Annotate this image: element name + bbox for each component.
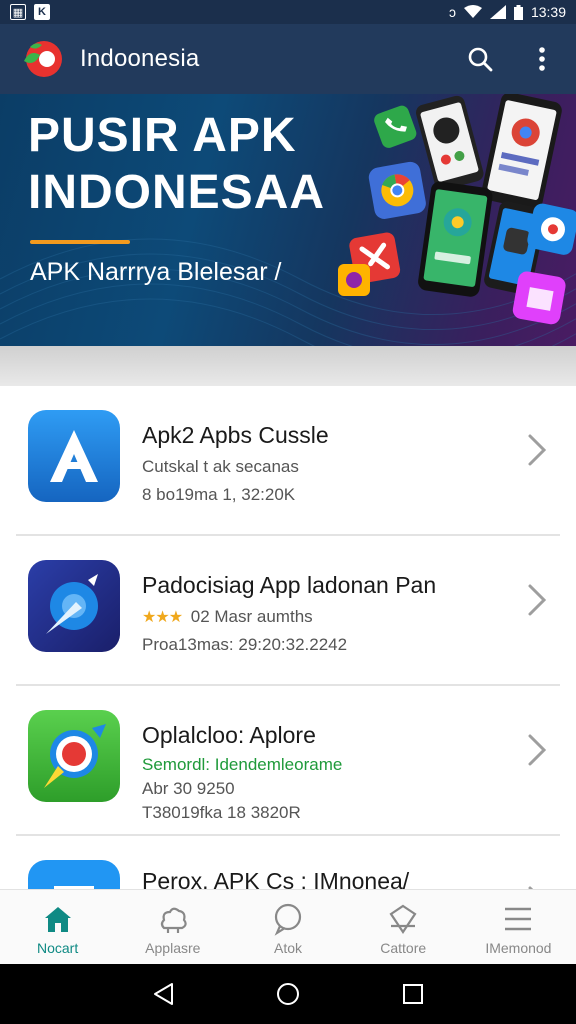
k-app-icon: K (34, 4, 50, 20)
vibrate-icon: ↄ (448, 4, 456, 20)
wifi-icon (463, 5, 482, 18)
apps-icon (160, 907, 187, 933)
hero-shadow-band (0, 346, 576, 386)
comet-icon (28, 560, 120, 652)
app-meta: 8 bo19ma 1, 32:20K (142, 485, 296, 504)
nav-item-menu[interactable]: IMemonod (461, 890, 576, 964)
hero-subtitle: APK Narrrya Blelesar / (30, 258, 282, 286)
status-bar-left: ▦ K (10, 4, 50, 20)
nav-label: Cattore (380, 940, 427, 956)
status-bar-right: ↄ 13:39 (449, 4, 566, 20)
hero-title-line2: INDONESAA (28, 165, 326, 219)
status-time: 13:39 (530, 4, 566, 20)
home-icon (44, 907, 71, 932)
menu-icon (505, 907, 532, 931)
rating-stars: ★★★ (142, 609, 183, 626)
home-button-icon[interactable] (273, 979, 303, 1009)
app-name: Oplalcloo: Aplore (142, 722, 316, 748)
chevron-right-icon[interactable] (526, 732, 548, 768)
chevron-right-icon[interactable] (526, 582, 548, 618)
nav-item-home[interactable]: Nocart (0, 890, 115, 964)
nav-item-chat[interactable]: Atok (230, 890, 345, 964)
image-icon: ▦ (10, 4, 26, 20)
nav-label: IMemonod (485, 940, 552, 956)
app-name: Padocisiag App ladonan Pan (142, 572, 437, 598)
app-name: Apk2 Apbs Cussle (142, 422, 329, 448)
app-meta-2: T38019fka 18 3820R (142, 803, 301, 822)
back-icon[interactable] (148, 979, 178, 1009)
hero-underline (30, 240, 130, 244)
app-subtitle: Cutskal t ak secanas (142, 457, 299, 476)
nav-label: Nocart (36, 940, 79, 956)
hero-title-line1: PUSIR APK (28, 109, 297, 162)
app-list-item[interactable]: Apk2 Apbs Cussle Cutskal t ak secanas 8 … (0, 386, 576, 534)
app-text: Padocisiag App ladonan Pan ★★★ 02 Masr a… (142, 560, 502, 655)
app-meta: Abr 30 9250 (142, 779, 235, 798)
app-list-item[interactable]: Oplalcloo: Aplore Semordl: Idendemleoram… (0, 686, 576, 834)
app-rating-line: ★★★ 02 Masr aumths (142, 607, 502, 627)
app-bar-actions (466, 45, 556, 73)
app-list-item[interactable]: Padocisiag App ladonan Pan ★★★ 02 Masr a… (0, 536, 576, 684)
app-title: Indoonesia (80, 45, 200, 72)
nav-label: Atok (274, 940, 303, 956)
target-icon (28, 710, 120, 802)
shield-icon (389, 904, 417, 934)
battery-icon (513, 4, 523, 20)
nav-item-shield[interactable]: Cattore (346, 890, 461, 964)
bottom-nav: Nocart Applasre Atok Cattore IMemonod (0, 889, 576, 964)
app-list-item[interactable]: Perox, APK Cs : IMnonea/ (0, 836, 576, 889)
app-subtitle: 02 Masr aumths (190, 607, 313, 626)
phones-illustration (338, 94, 576, 325)
app-text: Perox, APK Cs : IMnonea/ (142, 860, 502, 889)
app-bar: Indoonesia (0, 24, 576, 94)
app-icon-partial (28, 860, 120, 889)
app-text: Apk2 Apbs Cussle Cutskal t ak secanas 8 … (142, 410, 502, 505)
nav-item-apps[interactable]: Applasre (115, 890, 230, 964)
chevron-right-icon[interactable] (526, 432, 548, 468)
search-icon[interactable] (466, 45, 494, 73)
status-bar: ▦ K ↄ 13:39 (0, 0, 576, 24)
app-meta: Proa13mas: 29:20:32.2242 (142, 635, 348, 654)
app-text: Oplalcloo: Aplore Semordl: Idendemleoram… (142, 710, 502, 823)
signal-icon (489, 5, 506, 19)
chat-bubble-icon (274, 903, 302, 936)
recents-icon[interactable] (398, 979, 428, 1009)
letter-a-icon (28, 410, 120, 502)
app-subtitle: Semordl: Idendemleorame (142, 755, 343, 774)
app-name: Perox, APK Cs : IMnonea/ (142, 868, 410, 889)
nav-label: Applasre (145, 940, 201, 956)
app-list: Apk2 Apbs Cussle Cutskal t ak secanas 8 … (0, 386, 576, 889)
system-nav-bar (0, 964, 576, 1024)
app-logo-icon (20, 37, 64, 81)
hero-banner[interactable]: PUSIR APK INDONESAA APK Narrrya Blelesar… (0, 94, 576, 346)
more-vert-icon[interactable] (528, 45, 556, 73)
hero-title: PUSIR APK INDONESAA (28, 108, 325, 221)
